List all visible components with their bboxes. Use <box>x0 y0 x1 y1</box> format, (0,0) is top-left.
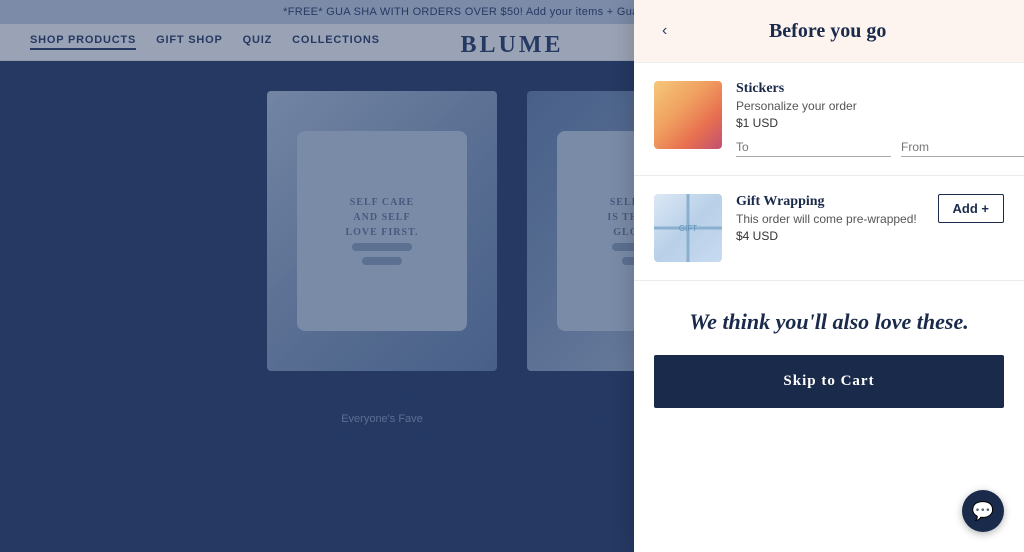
modal-body: Stickers Personalize your order $1 USD A… <box>634 63 1024 552</box>
chat-icon: 💬 <box>972 501 994 522</box>
gift-thumb-image: GIFT <box>654 194 722 262</box>
upsell-stickers: Stickers Personalize your order $1 USD A… <box>634 63 1024 176</box>
gift-thumb-label: GIFT <box>679 224 697 233</box>
upsell-gift-wrapping: GIFT Gift Wrapping This order will come … <box>634 176 1024 281</box>
stickers-thumb-image <box>654 81 722 149</box>
modal-title: Before you go <box>683 20 972 43</box>
chat-bubble-button[interactable]: 💬 <box>962 490 1004 532</box>
gift-wrapping-price: $4 USD <box>736 229 924 243</box>
stickers-desc: Personalize your order <box>736 99 1024 113</box>
love-section: We think you'll also love these. <box>634 281 1024 355</box>
gift-wrapping-info: Gift Wrapping This order will come pre-w… <box>736 194 924 243</box>
back-chevron-icon: ‹ <box>662 22 667 40</box>
skip-to-cart-button[interactable]: Skip to Cart <box>654 355 1004 408</box>
love-title: We think you'll also love these. <box>658 309 1000 335</box>
stickers-to-input[interactable] <box>736 138 891 157</box>
gift-wrapping-name: Gift Wrapping <box>736 194 924 210</box>
before-you-go-modal: ‹ Before you go Stickers Personalize you… <box>634 0 1024 552</box>
stickers-from-input[interactable] <box>901 138 1024 157</box>
modal-back-button[interactable]: ‹ <box>658 18 671 44</box>
stickers-thumbnail <box>654 81 722 149</box>
gift-wrapping-thumbnail: GIFT <box>654 194 722 262</box>
stickers-name: Stickers <box>736 81 1024 97</box>
gift-wrapping-add-button[interactable]: Add + <box>938 194 1004 223</box>
gift-wrapping-desc: This order will come pre-wrapped! <box>736 212 924 226</box>
stickers-info: Stickers Personalize your order $1 USD <box>736 81 1024 157</box>
stickers-inputs <box>736 138 1024 157</box>
stickers-price: $1 USD <box>736 116 1024 130</box>
modal-header: ‹ Before you go <box>634 0 1024 63</box>
